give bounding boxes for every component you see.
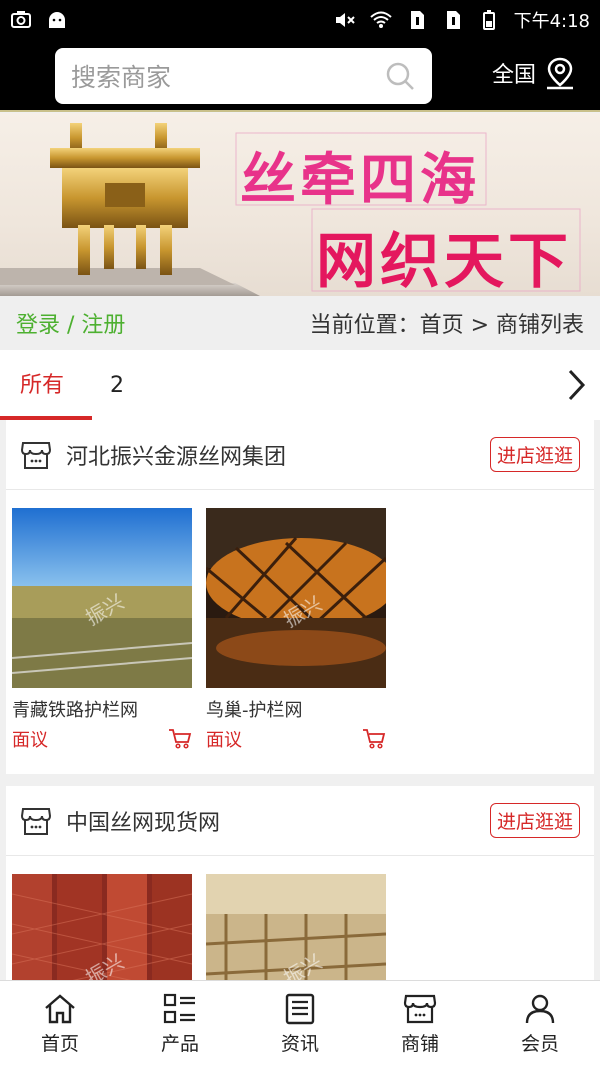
shop-name[interactable]: 河北振兴金源丝网集团	[66, 439, 490, 471]
category-tabs: 所有 2	[0, 350, 600, 420]
user-icon[interactable]	[523, 993, 557, 1025]
product-card[interactable]: 振兴 青藏铁路护栏网 面议	[12, 508, 192, 752]
banner-slogan-line1: 丝牵四海	[240, 147, 480, 213]
nav-news[interactable]: 资讯	[240, 981, 360, 1067]
nav-shops[interactable]: 商铺	[360, 981, 480, 1067]
store-icon	[20, 441, 52, 469]
mute-icon	[335, 13, 355, 27]
location-pin-icon[interactable]	[544, 56, 576, 90]
nav-member[interactable]: 会员	[480, 981, 600, 1067]
bottom-nav: 首页 产品 资讯 商铺 会员	[0, 980, 600, 1067]
status-time: 下午4:18	[513, 11, 590, 32]
region-selector[interactable]: 全国	[492, 56, 576, 90]
product-name[interactable]: 青藏铁路护栏网	[12, 696, 192, 722]
product-grid: 振兴 青藏铁路护栏网 面议 振兴 鸟巢-护栏网 面议	[6, 490, 594, 774]
shop-header[interactable]: 河北振兴金源丝网集团 进店逛逛	[6, 420, 594, 490]
android-icon	[49, 12, 65, 28]
nav-member-label[interactable]: 会员	[521, 1029, 559, 1056]
product-card[interactable]: 振兴	[206, 874, 386, 980]
wifi-icon	[369, 11, 392, 28]
product-price: 面议	[206, 730, 242, 751]
list-icon[interactable]	[163, 993, 197, 1025]
product-grid: 振兴 振兴	[6, 856, 594, 980]
banner-slogan-line2: 网织天下	[316, 227, 572, 296]
nav-products[interactable]: 产品	[120, 981, 240, 1067]
search-icon[interactable]	[384, 60, 416, 92]
product-image[interactable]: 振兴	[206, 874, 386, 980]
battery-icon	[482, 10, 495, 30]
sim1-icon	[410, 11, 424, 29]
home-icon[interactable]	[43, 993, 77, 1025]
login-register-link[interactable]: 登录 / 注册	[16, 307, 125, 339]
product-image[interactable]: 振兴	[12, 508, 192, 688]
store-icon	[20, 807, 52, 835]
sim2-icon	[446, 11, 460, 29]
region-label[interactable]: 全国	[492, 57, 536, 89]
status-bar: 下午4:18	[0, 0, 600, 40]
tab-all[interactable]: 所有	[0, 350, 92, 420]
screenshot-icon	[11, 11, 31, 28]
shop-header[interactable]: 中国丝网现货网 进店逛逛	[6, 786, 594, 856]
product-price: 面议	[12, 730, 48, 751]
store-icon[interactable]	[403, 993, 437, 1025]
chevron-right-icon[interactable]	[566, 368, 586, 402]
shop-card: 中国丝网现货网 进店逛逛 振兴 振兴	[6, 786, 594, 980]
nav-home-label[interactable]: 首页	[41, 1029, 79, 1056]
search-box[interactable]: 搜索商家	[55, 48, 432, 104]
product-image[interactable]: 振兴	[206, 508, 386, 688]
cart-icon[interactable]	[168, 728, 192, 750]
nav-products-label[interactable]: 产品	[161, 1029, 199, 1056]
product-image[interactable]: 振兴	[12, 874, 192, 980]
product-card[interactable]: 振兴 鸟巢-护栏网 面议	[206, 508, 386, 752]
nav-home[interactable]: 首页	[0, 981, 120, 1067]
visit-shop-button[interactable]: 进店逛逛	[489, 437, 580, 472]
shop-list: 河北振兴金源丝网集团 进店逛逛 振兴 青藏铁路护栏网 面议 振兴 鸟巢-护栏网 …	[0, 420, 600, 980]
breadcrumb: 当前位置：首页 > 商铺列表	[309, 313, 584, 338]
promo-banner[interactable]: 丝牵四海 网织天下	[0, 113, 600, 296]
nav-news-label[interactable]: 资讯	[281, 1029, 319, 1056]
product-card[interactable]: 振兴	[12, 874, 192, 980]
breadcrumb-bar: 登录 / 注册 当前位置：首页 > 商铺列表	[0, 296, 600, 350]
shop-name[interactable]: 中国丝网现货网	[66, 805, 490, 837]
visit-shop-button[interactable]: 进店逛逛	[489, 803, 580, 838]
tab-2[interactable]: 2	[92, 350, 124, 420]
cart-icon[interactable]	[362, 728, 386, 750]
shop-card: 河北振兴金源丝网集团 进店逛逛 振兴 青藏铁路护栏网 面议 振兴 鸟巢-护栏网 …	[6, 420, 594, 774]
nav-shops-label[interactable]: 商铺	[401, 1029, 439, 1056]
search-placeholder[interactable]: 搜索商家	[71, 58, 384, 94]
product-name[interactable]: 鸟巢-护栏网	[206, 696, 386, 722]
app-header: 搜索商家 全国	[0, 40, 600, 112]
news-icon[interactable]	[283, 993, 317, 1025]
